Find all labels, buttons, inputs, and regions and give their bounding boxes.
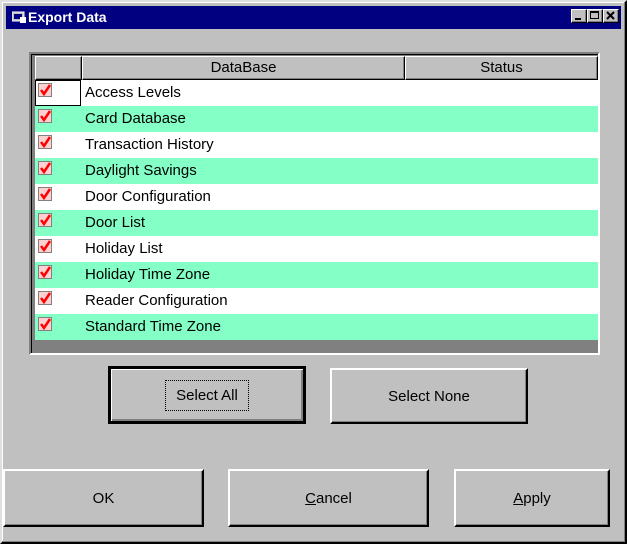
table-row[interactable]: Door List: [35, 210, 598, 236]
checkbox-checked-icon[interactable]: [38, 291, 52, 305]
close-icon: [606, 11, 615, 20]
row-database-name: Daylight Savings: [85, 162, 197, 179]
table-row[interactable]: Access Levels: [35, 80, 598, 106]
apply-label-rest: pply: [523, 489, 551, 507]
table-row[interactable]: Standard Time Zone: [35, 314, 598, 340]
table-row[interactable]: Holiday List: [35, 236, 598, 262]
row-database-name: Holiday List: [85, 240, 163, 257]
maximize-button[interactable]: [587, 9, 603, 23]
row-database-name: Standard Time Zone: [85, 318, 221, 335]
row-database-name: Reader Configuration: [85, 292, 228, 309]
focus-cell: [35, 80, 81, 106]
window-title: Export Data: [28, 9, 107, 25]
checkbox-checked-icon[interactable]: [38, 213, 52, 227]
row-database-name: Holiday Time Zone: [85, 266, 211, 283]
checkbox-checked-icon[interactable]: [38, 265, 52, 279]
column-header-status[interactable]: Status: [405, 56, 598, 80]
close-button[interactable]: [603, 9, 619, 23]
cancel-label-rest: ancel: [315, 489, 352, 507]
table-row[interactable]: Card Database: [35, 106, 598, 132]
title-bar[interactable]: Export Data: [6, 6, 621, 29]
column-header-select[interactable]: [35, 56, 82, 80]
table-row[interactable]: Holiday Time Zone: [35, 262, 598, 288]
ok-label: OK: [92, 489, 115, 507]
table-row[interactable]: Daylight Savings: [35, 158, 598, 184]
row-database-name: Card Database: [85, 110, 186, 127]
select-all-label: Select All: [165, 379, 249, 411]
apply-button[interactable]: Apply: [454, 469, 610, 527]
minimize-button[interactable]: [571, 9, 587, 23]
cancel-label: Cancel: [305, 490, 352, 507]
select-none-button[interactable]: Select None: [330, 368, 528, 424]
grid-rows: Access Levels Card Database Transaction …: [35, 80, 598, 340]
cancel-mnemonic: C: [305, 489, 316, 507]
row-database-name: Access Levels: [85, 84, 181, 101]
apply-mnemonic: A: [513, 489, 524, 507]
ok-button[interactable]: OK: [3, 469, 204, 527]
maximize-icon: [590, 11, 599, 19]
checkbox-checked-icon[interactable]: [38, 135, 52, 149]
table-row[interactable]: Transaction History: [35, 132, 598, 158]
row-database-name: Transaction History: [85, 136, 214, 153]
checkbox-checked-icon[interactable]: [38, 109, 52, 123]
row-database-name: Door Configuration: [85, 188, 211, 205]
checkbox-checked-icon[interactable]: [38, 187, 52, 201]
cancel-button[interactable]: Cancel: [228, 469, 429, 527]
apply-label: Apply: [513, 490, 551, 507]
window-icon: [12, 11, 26, 23]
export-data-window: Export Data DataBase Status Access Level…: [0, 0, 627, 544]
checkbox-checked-icon[interactable]: [38, 317, 52, 331]
checkbox-checked-icon[interactable]: [38, 239, 52, 253]
column-header-database[interactable]: DataBase: [82, 56, 405, 80]
select-none-label: Select None: [388, 387, 470, 405]
table-row[interactable]: Reader Configuration: [35, 288, 598, 314]
minimize-icon: [575, 18, 581, 20]
database-grid[interactable]: DataBase Status Access Levels Card Datab…: [29, 52, 600, 355]
table-row[interactable]: Door Configuration: [35, 184, 598, 210]
checkbox-checked-icon[interactable]: [38, 161, 52, 175]
select-all-button[interactable]: Select All: [108, 366, 306, 424]
row-database-name: Door List: [85, 214, 146, 231]
